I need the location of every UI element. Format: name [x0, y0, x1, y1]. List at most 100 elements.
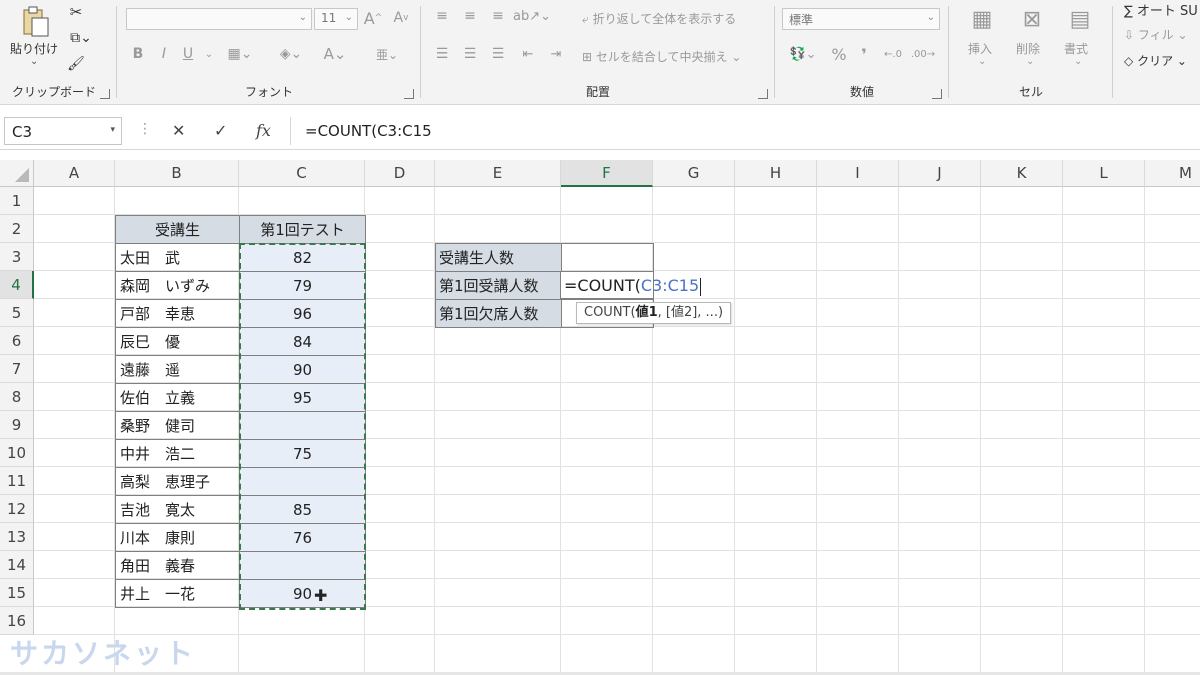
italic-button[interactable]: I [154, 44, 174, 64]
copy-icon[interactable]: ⧉⌄ [66, 28, 96, 48]
chevron-down-icon[interactable]: ⌄ [1074, 56, 1082, 67]
column-header-l[interactable]: L [1063, 160, 1145, 187]
more-options-icon[interactable]: ⋮ [138, 121, 152, 137]
column-header-d[interactable]: D [365, 160, 435, 187]
column-header-c[interactable]: C [239, 160, 365, 187]
student-score-cell[interactable] [239, 411, 366, 440]
format-painter-icon[interactable]: 🖌 [66, 54, 86, 74]
paste-button-label[interactable]: 貼り付け [10, 40, 58, 57]
summary-label-cell[interactable]: 第1回欠席人数 [435, 299, 562, 328]
wrap-text-button[interactable]: ⤶ 折り返して全体を表示する [582, 10, 736, 27]
align-left-icon[interactable]: ☰ [430, 44, 454, 64]
row-header-8[interactable]: 8 [0, 383, 34, 411]
cut-icon[interactable]: ✂ [66, 2, 86, 22]
column-header-i[interactable]: I [817, 160, 899, 187]
editing-cell-f4[interactable]: =COUNT(C3:C15 [560, 271, 702, 299]
column-header-h[interactable]: H [735, 160, 817, 187]
row-header-4[interactable]: 4 [0, 271, 34, 299]
font-launcher-icon[interactable] [404, 89, 414, 99]
chevron-down-icon[interactable]: ⌄ [978, 56, 986, 67]
paste-dropdown-icon[interactable]: ⌄ [30, 56, 38, 67]
student-name-cell[interactable]: 佐伯 立義 [115, 383, 240, 412]
number-format-select[interactable]: 標準 ⌄ [782, 8, 940, 30]
bold-button[interactable]: B [128, 44, 148, 64]
percent-button[interactable]: % [828, 44, 850, 64]
student-name-cell[interactable]: 遠藤 遥 [115, 355, 240, 384]
summary-label-cell[interactable]: 第1回受講人数 [435, 271, 562, 300]
student-score-cell[interactable]: 84 [239, 327, 366, 356]
format-cells-icon[interactable]: ▤ [1058, 2, 1102, 36]
tooltip-function-name[interactable]: COUNT( [584, 305, 636, 320]
currency-icon[interactable]: 💱⌄ [784, 44, 822, 64]
column-header-j[interactable]: J [899, 160, 981, 187]
formula-input[interactable]: =COUNT(C3:C15 [290, 117, 1200, 145]
delete-button-label[interactable]: 削除 [1016, 40, 1040, 57]
align-bottom-icon[interactable]: ≡ [486, 6, 510, 26]
column-header-f[interactable]: F [561, 160, 653, 187]
insert-cells-icon[interactable]: ▦ [960, 2, 1004, 36]
student-score-cell[interactable] [239, 467, 366, 496]
increase-decimal-icon[interactable]: ←.0 [880, 44, 906, 64]
student-name-cell[interactable]: 高梨 恵理子 [115, 467, 240, 496]
student-name-cell[interactable]: 角田 義春 [115, 551, 240, 580]
student-score-cell[interactable]: 79 [239, 271, 366, 300]
summary-label-cell[interactable]: 受講生人数 [435, 243, 562, 272]
row-header-12[interactable]: 12 [0, 495, 34, 523]
summary-value-cell[interactable] [561, 243, 654, 272]
merge-center-button[interactable]: ⊞ セルを結合して中央揃え ⌄ [582, 48, 741, 65]
autosum-button[interactable]: ∑ オート SU [1124, 0, 1198, 19]
student-name-cell[interactable]: 川本 康則 [115, 523, 240, 552]
student-name-cell[interactable]: 太田 武 [115, 243, 240, 272]
align-top-icon[interactable]: ≡ [430, 6, 454, 26]
underline-button[interactable]: U [178, 44, 198, 64]
student-score-cell[interactable]: 90 [239, 355, 366, 384]
column-header-a[interactable]: A [34, 160, 115, 187]
comma-icon[interactable]: ❜ [856, 44, 872, 64]
format-button-label[interactable]: 書式 [1064, 40, 1088, 57]
student-score-cell[interactable]: 95 [239, 383, 366, 412]
align-center-icon[interactable]: ☰ [458, 44, 482, 64]
decrease-indent-icon[interactable]: ⇤ [516, 44, 540, 64]
student-score-cell[interactable] [239, 551, 366, 580]
student-name-cell[interactable]: 戸部 幸恵 [115, 299, 240, 328]
delete-cells-icon[interactable]: ⊠ [1010, 2, 1054, 36]
insert-function-icon[interactable]: fx [256, 121, 271, 140]
fill-button[interactable]: ⇩ フィル ⌄ [1124, 26, 1188, 43]
row-header-13[interactable]: 13 [0, 523, 34, 551]
column-header-e[interactable]: E [435, 160, 561, 187]
function-tooltip[interactable]: COUNT(値1, [値2], ...) [576, 302, 732, 324]
row-header-7[interactable]: 7 [0, 355, 34, 383]
align-middle-icon[interactable]: ≡ [458, 6, 482, 26]
paste-icon[interactable] [10, 4, 60, 40]
phonetic-icon[interactable]: 亜⌄ [370, 44, 404, 64]
row-header-1[interactable]: 1 [0, 187, 34, 215]
student-score-cell[interactable]: 82 [239, 243, 366, 272]
student-score-cell[interactable]: 85 [239, 495, 366, 524]
select-all-corner[interactable] [0, 160, 34, 187]
student-name-cell[interactable]: 桑野 健司 [115, 411, 240, 440]
column-header-b[interactable]: B [115, 160, 239, 187]
row-header-2[interactable]: 2 [0, 215, 34, 243]
row-header-15[interactable]: 15 [0, 579, 34, 607]
chevron-down-icon[interactable]: ⌄ [202, 44, 216, 64]
insert-button-label[interactable]: 挿入 [968, 40, 992, 57]
number-launcher-icon[interactable] [932, 89, 942, 99]
student-score-cell[interactable]: 76 [239, 523, 366, 552]
decrease-font-icon[interactable]: Av [390, 8, 412, 28]
row-header-5[interactable]: 5 [0, 299, 34, 327]
row-header-10[interactable]: 10 [0, 439, 34, 467]
worksheet-grid[interactable]: ABCDEFGHIJKLM 1 2 3 4 5 6 7 8 9 10 11 12 13 14 15 16 受講… [0, 160, 1200, 675]
cancel-icon[interactable]: ✕ [172, 121, 185, 140]
align-right-icon[interactable]: ☰ [486, 44, 510, 64]
column-header-m[interactable]: M [1145, 160, 1200, 187]
name-box[interactable]: C3 ▾ [4, 117, 122, 145]
font-name-select[interactable]: ⌄ [126, 8, 312, 30]
column-header-k[interactable]: K [981, 160, 1063, 187]
student-name-cell[interactable]: 吉池 寛太 [115, 495, 240, 524]
row-header-14[interactable]: 14 [0, 551, 34, 579]
table-header-score[interactable]: 第1回テスト [239, 215, 366, 244]
column-header-g[interactable]: G [653, 160, 735, 187]
student-score-cell[interactable]: 90 [239, 579, 366, 608]
fill-color-icon[interactable]: ◈⌄ [274, 44, 308, 64]
increase-indent-icon[interactable]: ⇥ [544, 44, 568, 64]
